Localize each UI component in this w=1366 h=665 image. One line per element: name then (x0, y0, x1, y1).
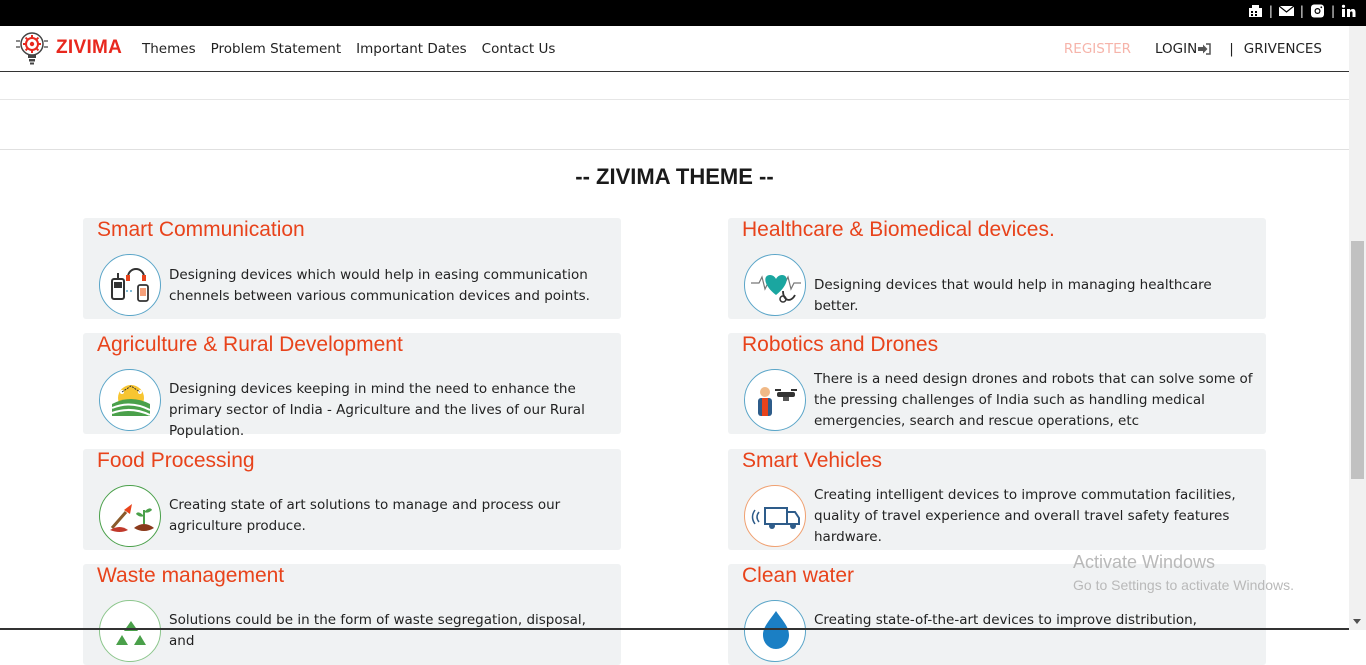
theme-title: Smart Communication (97, 218, 305, 241)
separator: | (1229, 41, 1234, 57)
theme-description: Creating state of art solutions to manag… (169, 497, 561, 534)
nav-item-contact-us[interactable]: Contact Us (482, 41, 556, 57)
nav-item-themes[interactable]: Themes (142, 41, 196, 57)
separator: | (1299, 4, 1304, 18)
theme-title: Food Processing (97, 449, 255, 472)
theme-description: Designing devices keeping in mind the ne… (169, 381, 585, 439)
watermark-title: Activate Windows (1073, 552, 1216, 572)
scroll-down-icon[interactable] (1353, 619, 1361, 624)
separator: | (1330, 4, 1335, 18)
theme-card-healthcare[interactable]: Healthcare & Biomedical devices. Designi… (728, 218, 1266, 319)
top-bar: | | | (0, 0, 1366, 26)
account-menu: REGISTER LOGIN | GRIVENCES (1064, 41, 1322, 57)
linkedin-icon[interactable] (1341, 4, 1356, 18)
scrollbar-thumb[interactable] (1351, 241, 1364, 479)
theme-card-agriculture[interactable]: Agriculture & Rural Development Designin… (83, 333, 621, 439)
theme-title: Waste management (97, 564, 285, 587)
theme-title: Clean water (742, 564, 855, 587)
brand-name: ZIVIMA (56, 37, 123, 58)
recycle-icon (99, 600, 161, 662)
vehicle-icon (744, 485, 806, 547)
theme-title: Agriculture & Rural Development (97, 333, 403, 356)
theme-description: There is a need design drones and robots… (814, 371, 1253, 429)
theme-title: Robotics and Drones (742, 333, 939, 356)
communication-icon (99, 254, 161, 316)
theme-title: Smart Vehicles (742, 449, 883, 472)
social-icons: | | | (1248, 4, 1356, 18)
food-processing-icon (99, 485, 161, 547)
theme-card-smart-vehicles[interactable]: Smart Vehicles Creating intelligent devi… (728, 449, 1266, 550)
logo[interactable]: ZIVIMA (14, 29, 122, 67)
theme-description: Creating intelligent devices to improve … (814, 487, 1236, 545)
divider (0, 99, 1349, 100)
nav-item-problem-statement[interactable]: Problem Statement (211, 41, 342, 57)
agriculture-icon (99, 369, 161, 431)
instagram-icon[interactable] (1310, 4, 1325, 18)
divider (0, 149, 1349, 150)
watermark-subtitle: Go to Settings to activate Windows. (1073, 577, 1294, 593)
nav-item-important-dates[interactable]: Important Dates (356, 41, 467, 57)
navbar: ZIVIMA Themes Problem Statement Importan… (0, 26, 1349, 72)
vertical-scrollbar[interactable] (1349, 26, 1366, 630)
register-link[interactable]: REGISTER (1064, 41, 1131, 57)
separator: | (1268, 4, 1273, 18)
theme-card-waste-management[interactable]: Waste management Solutions could be in t… (83, 564, 621, 665)
healthcare-icon (744, 254, 806, 316)
theme-title: Healthcare & Biomedical devices. (742, 218, 1055, 241)
robotics-icon (744, 369, 806, 431)
zivima-logo-icon (16, 32, 48, 65)
activate-windows-watermark: Activate Windows Go to Settings to activ… (1073, 552, 1294, 593)
login-label: LOGIN (1155, 41, 1198, 57)
login-link[interactable]: LOGIN (1155, 41, 1211, 57)
section-heading: -- ZIVIMA THEME -- (575, 164, 774, 189)
theme-card-food-processing[interactable]: Food Processing Creating state of art so… (83, 449, 621, 550)
theme-description: Designing devices that would help in man… (814, 277, 1212, 314)
theme-description: Designing devices which would help in ea… (169, 267, 590, 304)
main-menu: Themes Problem Statement Important Dates… (142, 41, 555, 57)
sign-in-icon (1198, 43, 1211, 55)
mail-icon[interactable] (1278, 4, 1294, 18)
grievences-link[interactable]: GRIVENCES (1244, 41, 1322, 57)
water-drop-icon (744, 600, 806, 662)
theme-description: Solutions could be in the form of waste … (169, 612, 586, 649)
theme-card-smart-communication[interactable]: Smart Communication Designing devices wh… (83, 218, 621, 319)
theme-card-robotics[interactable]: Robotics and Drones There is a need desi… (728, 333, 1266, 434)
fax-icon[interactable] (1248, 4, 1263, 18)
